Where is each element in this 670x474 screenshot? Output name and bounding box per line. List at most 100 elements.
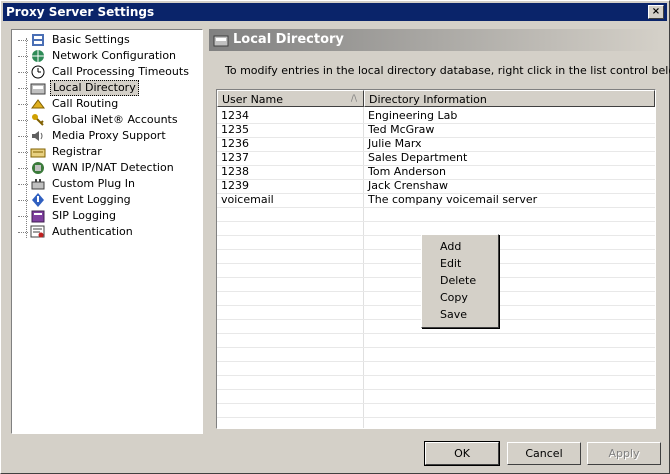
tree-item-media-proxy-support[interactable]: Media Proxy Support	[18, 128, 198, 144]
tree-branch	[18, 216, 28, 217]
empty-row	[217, 207, 655, 222]
table-row[interactable]: 1236 Julie Marx	[217, 137, 655, 152]
tree-branch	[18, 120, 28, 121]
tree-item-local-directory[interactable]: Local Directory	[18, 80, 198, 96]
clock-icon	[31, 65, 45, 79]
tree-branch	[18, 104, 28, 105]
network-icon	[32, 162, 44, 174]
speaker-icon	[32, 131, 43, 141]
tree-item-global-inet-accounts[interactable]: Global iNet® Accounts	[18, 112, 198, 128]
user-name-cell: 1234	[221, 109, 249, 122]
settings-icon	[32, 34, 44, 46]
tree-item-label: Local Directory	[50, 80, 139, 96]
tree-item-label: Authentication	[52, 225, 133, 238]
apply-button[interactable]: Apply	[587, 442, 661, 465]
tree-branch	[18, 168, 28, 169]
panel-header: Local Directory	[209, 29, 661, 51]
cancel-button[interactable]: Cancel	[507, 442, 581, 465]
table-row[interactable]: 1237 Sales Department	[217, 151, 655, 166]
key-icon	[32, 114, 44, 126]
directory-info-cell: Jack Crenshaw	[368, 179, 449, 192]
tree-item-label: Global iNet® Accounts	[52, 113, 178, 126]
column-header-user-name[interactable]: User Name /\	[217, 90, 364, 107]
ok-button[interactable]: OK	[424, 441, 500, 466]
tree-branch	[18, 184, 28, 185]
tree-branch	[18, 72, 28, 73]
column-header-directory-information[interactable]: Directory Information	[364, 90, 655, 107]
tree-branch	[18, 88, 28, 89]
tree-item-label: WAN IP/NAT Detection	[52, 161, 174, 174]
menu-item-edit[interactable]: Edit	[422, 255, 498, 272]
menu-item-add[interactable]: Add	[422, 238, 498, 255]
tree-item-authentication[interactable]: Authentication	[18, 224, 198, 240]
table-row[interactable]: 1238 Tom Anderson	[217, 165, 655, 180]
directory-info-cell: Julie Marx	[368, 137, 422, 150]
tree-branch	[18, 136, 28, 137]
window-title: Proxy Server Settings	[6, 5, 155, 19]
tree-item-label: Registrar	[52, 145, 102, 158]
tree-item-call-routing[interactable]: Call Routing	[18, 96, 198, 112]
menu-item-save[interactable]: Save	[422, 306, 498, 323]
user-name-cell: 1235	[221, 123, 249, 136]
tree-branch	[18, 152, 28, 153]
tree-item-label: Custom Plug In	[52, 177, 135, 190]
directory-icon	[30, 83, 46, 95]
directory-info-cell: The company voicemail server	[368, 193, 538, 206]
event-icon	[32, 193, 44, 207]
tree-item-basic-settings[interactable]: Basic Settings	[18, 32, 198, 48]
user-name-cell: 1239	[221, 179, 249, 192]
tree-item-registrar[interactable]: Registrar	[18, 144, 198, 160]
routing-icon	[31, 99, 45, 109]
user-name-cell: voicemail	[221, 193, 274, 206]
sort-ascending-icon: /\	[350, 94, 357, 104]
table-row[interactable]: 1239 Jack Crenshaw	[217, 179, 655, 194]
table-row[interactable]: 1234 Engineering Lab	[217, 109, 655, 124]
menu-item-delete[interactable]: Delete	[422, 272, 498, 289]
instruction-text: To modify entries in the local directory…	[225, 64, 670, 77]
close-button[interactable]: ×	[648, 5, 664, 19]
tree-item-label: Network Configuration	[52, 49, 177, 62]
directory-info-cell: Sales Department	[368, 151, 468, 164]
tree-branch	[18, 40, 28, 41]
empty-row	[217, 361, 655, 376]
column-header-label: User Name	[222, 93, 284, 106]
title-bar: Proxy Server Settings ×	[3, 3, 667, 21]
proxy-settings-window: Proxy Server Settings × Basic Settings N…	[0, 0, 670, 474]
empty-row	[217, 389, 655, 404]
globe-icon	[32, 50, 44, 62]
menu-item-copy[interactable]: Copy	[422, 289, 498, 306]
tree-item-label: SIP Logging	[52, 209, 116, 222]
settings-tree: Basic Settings Network Configuration Cal…	[11, 29, 203, 434]
user-name-cell: 1236	[221, 137, 249, 150]
tree-item-sip-logging[interactable]: SIP Logging	[18, 208, 198, 224]
context-menu: Add Edit Delete Copy Save	[421, 234, 499, 328]
directory-info-cell: Ted McGraw	[368, 123, 435, 136]
panel-title: Local Directory	[233, 32, 344, 47]
tree-item-label: Event Logging	[52, 193, 131, 206]
tree-item-call-processing-timeouts[interactable]: Call Processing Timeouts	[18, 64, 198, 80]
tree-branch	[18, 200, 28, 201]
empty-row	[217, 403, 655, 418]
empty-row	[217, 375, 655, 390]
user-name-cell: 1237	[221, 151, 249, 164]
directory-info-cell: Tom Anderson	[368, 165, 446, 178]
table-row[interactable]: voicemail The company voicemail server	[217, 193, 655, 208]
tree-item-event-logging[interactable]: Event Logging	[18, 192, 198, 208]
tree-item-custom-plug-in[interactable]: Custom Plug In	[18, 176, 198, 192]
tree-item-wan-ip-nat-detection[interactable]: WAN IP/NAT Detection	[18, 160, 198, 176]
tree-branch	[18, 232, 28, 233]
user-name-cell: 1238	[221, 165, 249, 178]
plugin-icon	[31, 179, 45, 190]
tree-item-network-configuration[interactable]: Network Configuration	[18, 48, 198, 64]
directory-icon	[213, 35, 229, 47]
column-header-label: Directory Information	[369, 93, 487, 106]
tree-item-label: Call Processing Timeouts	[52, 65, 189, 78]
book-icon	[31, 210, 45, 223]
empty-row	[217, 333, 655, 348]
registrar-icon	[30, 148, 46, 158]
tree-item-label: Media Proxy Support	[52, 129, 166, 142]
directory-info-cell: Engineering Lab	[368, 109, 458, 122]
tree-item-label: Call Routing	[52, 97, 119, 110]
table-row[interactable]: 1235 Ted McGraw	[217, 123, 655, 138]
certificate-icon	[30, 225, 45, 238]
